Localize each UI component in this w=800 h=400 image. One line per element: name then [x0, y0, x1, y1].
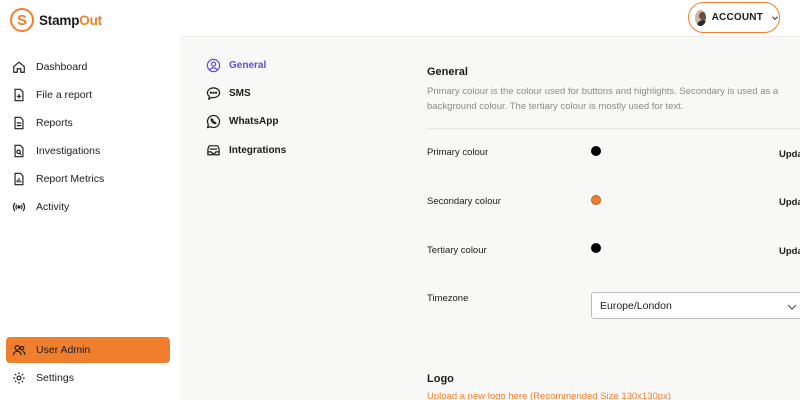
section-divider: [427, 128, 800, 129]
settings-tab-label: WhatsApp: [229, 116, 279, 127]
upload-logo-link[interactable]: Upload a new logo here (Recommended Size…: [427, 391, 671, 400]
sidebar-item-label: User Admin: [36, 344, 91, 356]
settings-tab-label: General: [229, 60, 267, 71]
settings-tab-sms[interactable]: SMS: [206, 86, 251, 101]
primary-colour-update-button[interactable]: Update: [779, 149, 800, 160]
general-section-description: Primary colour is the colour used for bu…: [427, 84, 800, 114]
tertiary-colour-label: Tertiary colour: [427, 245, 487, 256]
chevron-down-icon: [787, 304, 797, 310]
sidebar: S StampOut Dashboard File a report Repor…: [0, 0, 180, 400]
whatsapp-icon: [206, 114, 221, 129]
settings-tab-integrations[interactable]: Integrations: [206, 143, 286, 158]
general-description-line: Primary colour is the colour used for bu…: [427, 86, 779, 97]
brand-logo[interactable]: S StampOut: [10, 8, 102, 32]
sidebar-item-label: Reports: [36, 117, 73, 129]
avatar: [695, 9, 706, 26]
top-bar: ACCOUNT: [180, 0, 800, 37]
settings-tab-label: Integrations: [229, 145, 287, 156]
settings-tab-general[interactable]: General: [206, 58, 266, 73]
timezone-label: Timezone: [427, 293, 469, 304]
users-icon: [12, 343, 26, 357]
sidebar-item-label: Report Metrics: [36, 173, 105, 185]
sidebar-item-settings[interactable]: Settings: [6, 365, 170, 391]
account-button[interactable]: ACCOUNT: [688, 2, 780, 33]
sidebar-item-investigations[interactable]: Investigations: [6, 138, 170, 164]
chart-document-icon: [12, 172, 26, 186]
broadcast-icon: [12, 200, 26, 214]
file-search-icon: [12, 144, 26, 158]
sidebar-item-dashboard[interactable]: Dashboard: [6, 54, 170, 80]
settings-tab-whatsapp[interactable]: WhatsApp: [206, 114, 278, 129]
primary-colour-label: Primary colour: [427, 147, 489, 158]
brand-name-suffix: Out: [79, 12, 102, 28]
primary-colour-swatch[interactable]: [591, 146, 601, 156]
timezone-select[interactable]: Europe/London: [591, 292, 800, 319]
stampout-logo-icon: S: [10, 8, 34, 32]
home-icon: [12, 60, 26, 74]
general-section-title: General: [427, 66, 468, 78]
sidebar-item-label: Investigations: [36, 145, 101, 157]
tertiary-colour-swatch[interactable]: [591, 243, 601, 253]
gear-icon: [12, 371, 26, 385]
document-icon: [12, 116, 26, 130]
sidebar-item-label: File a report: [36, 89, 93, 101]
secondary-colour-swatch[interactable]: [591, 195, 601, 205]
secondary-colour-label: Secondary colour: [427, 196, 501, 207]
secondary-colour-update-button[interactable]: Update: [779, 197, 800, 208]
sidebar-item-label: Settings: [36, 372, 74, 384]
sidebar-item-reports[interactable]: Reports: [6, 110, 170, 136]
sidebar-item-user-admin[interactable]: User Admin: [6, 337, 170, 363]
chat-bubble-icon: [206, 87, 221, 101]
timezone-selected-value: Europe/London: [600, 299, 672, 312]
chevron-down-icon: [772, 15, 779, 20]
file-plus-icon: [12, 88, 26, 102]
sidebar-item-report-metrics[interactable]: Report Metrics: [6, 166, 170, 192]
sidebar-item-file-a-report[interactable]: File a report: [6, 82, 170, 108]
sidebar-item-label: Dashboard: [36, 61, 88, 73]
settings-tab-label: SMS: [229, 88, 251, 99]
sidebar-item-activity[interactable]: Activity: [6, 194, 170, 220]
tertiary-colour-update-button[interactable]: Update: [779, 246, 800, 257]
sidebar-item-label: Activity: [36, 201, 70, 213]
brand-name-prefix: Stamp: [39, 12, 80, 28]
account-label: ACCOUNT: [711, 12, 764, 23]
logo-section-title: Logo: [427, 373, 454, 385]
user-circle-icon: [206, 58, 221, 73]
general-description-line: background colour. The tertiary colour i…: [427, 101, 684, 112]
brand-name: StampOut: [39, 13, 102, 28]
inbox-stack-icon: [207, 145, 220, 156]
